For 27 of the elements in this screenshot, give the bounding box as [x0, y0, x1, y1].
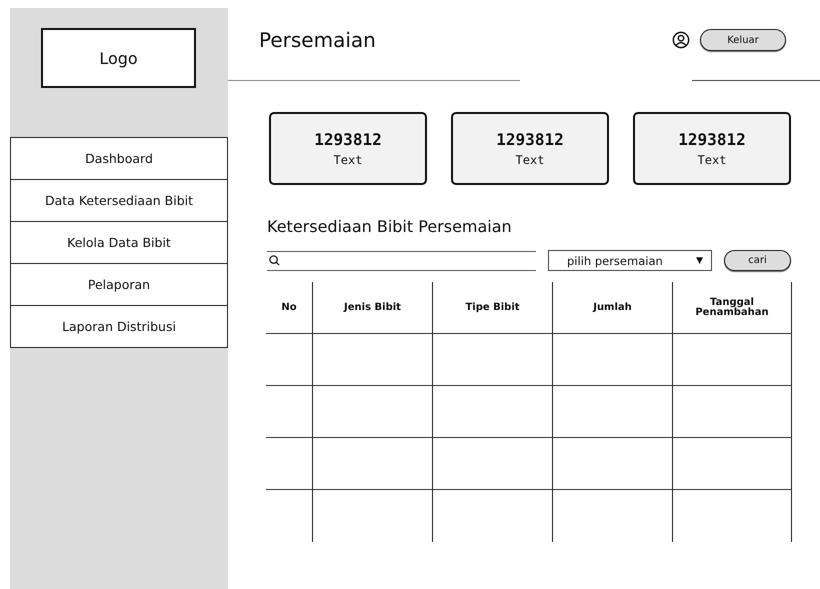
- logo-text: Logo: [99, 48, 138, 68]
- column-header: No: [280, 302, 298, 312]
- logout-button[interactable]: Keluar: [700, 29, 786, 51]
- stat-value: 1293812: [496, 130, 564, 149]
- sidebar-menu-item[interactable]: Pelaporan: [10, 263, 228, 306]
- column-header: Jumlah: [592, 302, 633, 312]
- user-profile-icon[interactable]: [672, 31, 690, 49]
- dropdown-value: pilih persemaian: [567, 254, 663, 268]
- page-title: Persemaian: [259, 28, 377, 52]
- search-field[interactable]: [267, 250, 536, 270]
- column-header: Tipe Bibit: [464, 302, 521, 312]
- stat-value: 1293812: [678, 130, 746, 149]
- sidebar-menu-item[interactable]: Kelola Data Bibit: [10, 221, 228, 264]
- column-header: Jenis Bibit: [342, 302, 402, 312]
- section-title: Ketersediaan Bibit Persemaian: [266, 216, 513, 236]
- nursery-dropdown[interactable]: pilih persemaian ▼: [548, 250, 712, 271]
- dropdown-arrow-icon: ▼: [696, 256, 703, 266]
- search-icon: [269, 255, 280, 266]
- sidebar-menu-item[interactable]: Data Ketersediaan Bibit: [10, 179, 228, 222]
- stat-label: Text: [698, 153, 726, 167]
- stat-label: Text: [334, 153, 362, 167]
- stat-value: 1293812: [314, 130, 382, 149]
- stat-label: Text: [516, 153, 544, 167]
- sidebar-menu-item[interactable]: Laporan Distribusi: [10, 305, 228, 348]
- sidebar-menu-item[interactable]: Dashboard: [10, 137, 228, 180]
- column-header: Tanggal Penambahan: [694, 298, 770, 318]
- search-button[interactable]: cari: [724, 250, 791, 271]
